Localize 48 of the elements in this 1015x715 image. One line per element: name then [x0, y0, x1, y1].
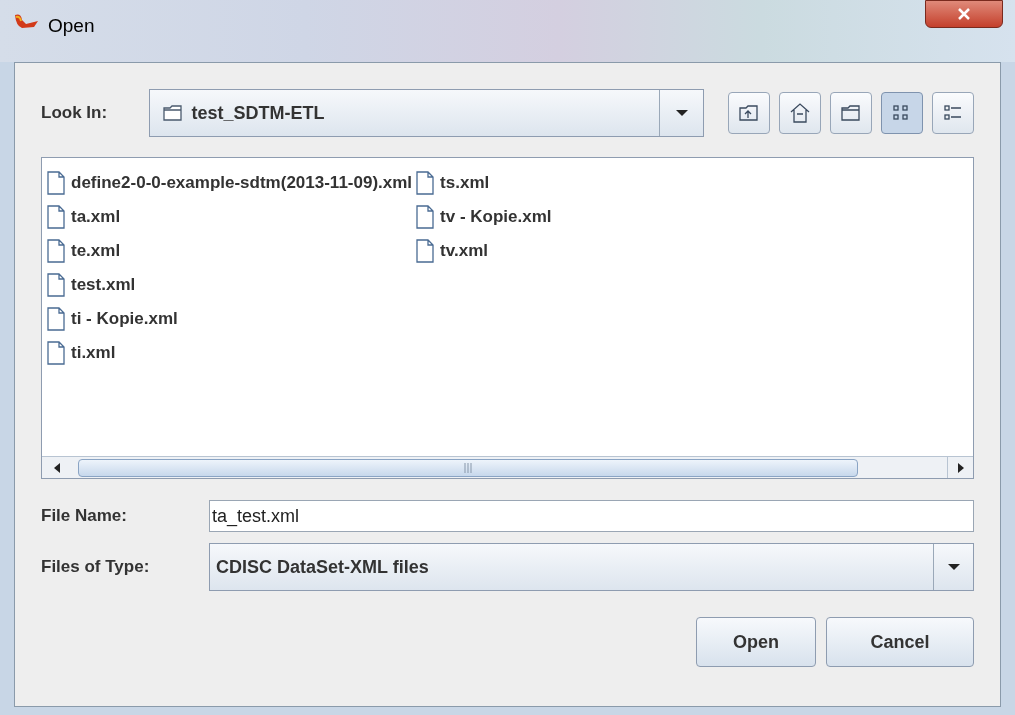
toolbar-button[interactable]: [932, 92, 974, 134]
file-item[interactable]: tv.xml: [440, 238, 488, 264]
file-item[interactable]: ta.xml: [71, 204, 121, 230]
file-name-label: File Name:: [41, 505, 128, 528]
file-icon: [47, 205, 65, 229]
file-icon: [416, 171, 435, 195]
file-type-value: CDISC DataSet-XML files: [216, 555, 430, 579]
file-item[interactable]: test.xml: [71, 272, 136, 298]
file-icon: [47, 273, 65, 297]
look-in-label: Look In:: [41, 102, 109, 125]
folder-icon: [161, 104, 184, 122]
details-view-icon: [943, 103, 963, 123]
toolbar-button[interactable]: [728, 92, 770, 134]
file-item[interactable]: ti - Kopie.xml: [71, 306, 178, 332]
file-type-dropdown[interactable]: CDISC DataSet-XML files: [209, 543, 974, 591]
window-title: Open: [48, 14, 95, 38]
file-icon: [47, 341, 65, 365]
file-icon: [47, 171, 65, 195]
scroll-right-icon: [956, 462, 965, 473]
file-icon: [47, 239, 65, 263]
dropdown-arrow-icon: [674, 109, 689, 117]
grip-icon: [464, 462, 472, 473]
horizontal-scrollbar[interactable]: [42, 456, 973, 478]
file-item[interactable]: ti.xml: [71, 340, 116, 366]
dropdown-arrow-icon: [946, 563, 961, 571]
close-button[interactable]: [925, 0, 1003, 28]
home-icon: [789, 102, 811, 124]
file-name-field[interactable]: ta_test.xml: [209, 500, 974, 532]
file-item[interactable]: te.xml: [71, 238, 121, 264]
toolbar-button[interactable]: [830, 92, 872, 134]
scroll-left-icon: [53, 462, 61, 473]
close-icon: [957, 8, 971, 20]
look-in-value: test_SDTM-ETL: [191, 101, 326, 125]
toolbar-button[interactable]: [779, 92, 821, 134]
folder-icon: [840, 104, 862, 122]
folder-up-icon: [738, 103, 760, 123]
file-item[interactable]: ts.xml: [440, 170, 490, 196]
toolbar-button[interactable]: [881, 92, 923, 134]
file-icon: [47, 307, 65, 331]
look-in-dropdown[interactable]: test_SDTM-ETL: [148, 89, 704, 137]
file-icon: [416, 205, 435, 229]
dialog-button[interactable]: Cancel: [826, 617, 974, 667]
file-item[interactable]: define2-0-0-example-sdtm(2013-11-09).xml: [71, 170, 413, 196]
file-item[interactable]: tv - Kopie.xml: [440, 204, 552, 230]
file-icon: [416, 239, 435, 263]
file-type-label: Files of Type:: [41, 556, 151, 579]
scrollbar-thumb[interactable]: [78, 458, 858, 477]
dialog-button[interactable]: Open: [696, 617, 816, 667]
